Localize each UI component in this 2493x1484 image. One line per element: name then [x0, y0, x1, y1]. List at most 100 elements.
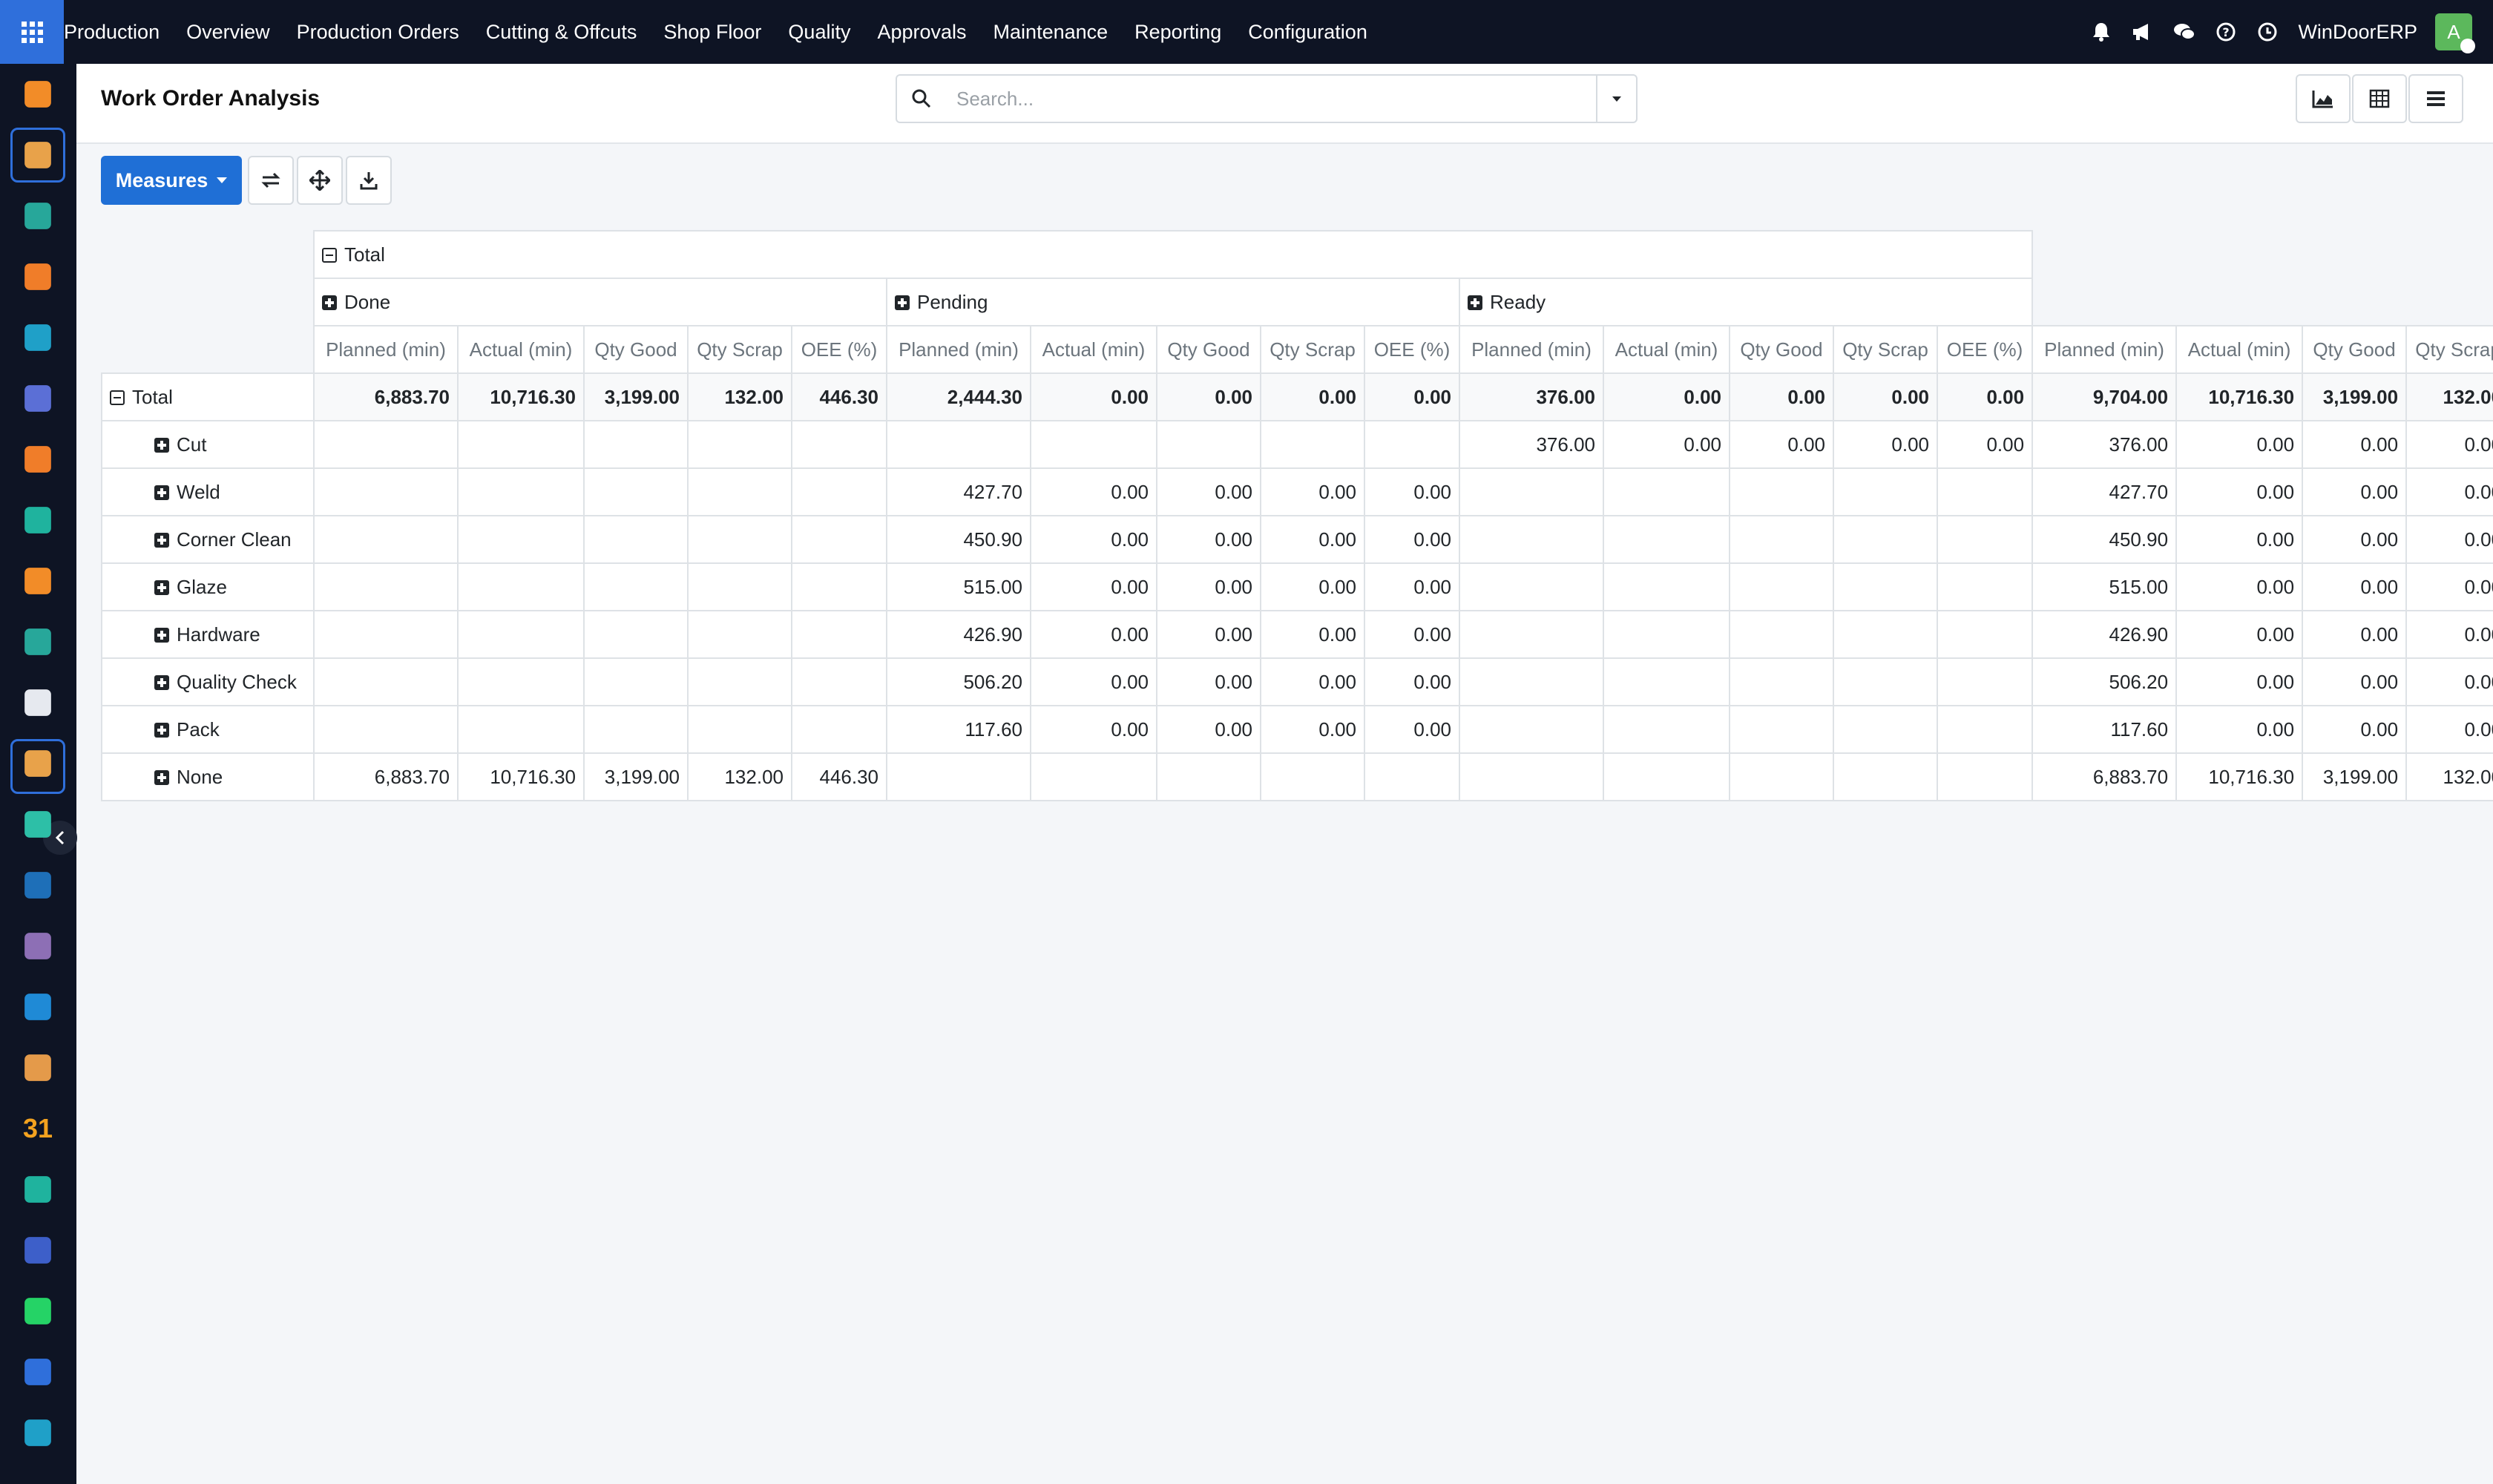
pivot-cell[interactable]	[1364, 752, 1460, 801]
pivot-cell[interactable]	[1833, 515, 1938, 564]
pivot-cell[interactable]: 6,883.70	[2031, 752, 2178, 801]
pivot-cell[interactable]: 3,199.00	[2302, 372, 2408, 421]
pivot-cell[interactable]	[583, 467, 689, 516]
pivot-cell[interactable]	[1936, 515, 2034, 564]
pivot-cell[interactable]: 376.00	[1459, 372, 1604, 421]
pivot-cell[interactable]	[1459, 657, 1604, 706]
measure-header[interactable]: Qty Scrap	[687, 325, 792, 374]
pivot-cell[interactable]: 0.00	[1603, 372, 1730, 421]
pivot-cell[interactable]	[1833, 562, 1938, 611]
pivot-cell[interactable]	[1459, 752, 1604, 801]
pivot-cell[interactable]: 132.00	[687, 752, 792, 801]
bell-icon[interactable]	[2090, 21, 2112, 43]
pivot-cell[interactable]	[791, 610, 887, 659]
pivot-cell[interactable]: 0.00	[1260, 372, 1365, 421]
pivot-cell[interactable]: 0.00	[2175, 657, 2304, 706]
dashboard-app-icon[interactable]	[24, 568, 51, 594]
row-header[interactable]: Total	[101, 372, 315, 421]
pivot-cell[interactable]	[313, 705, 459, 754]
pivot-cell[interactable]	[457, 610, 585, 659]
pivot-cell[interactable]: 0.00	[1260, 705, 1365, 754]
pivot-cell[interactable]	[1603, 515, 1730, 564]
pivot-cell[interactable]	[1729, 467, 1834, 516]
pivot-cell[interactable]	[1936, 752, 2034, 801]
chat-app-icon[interactable]	[24, 446, 51, 473]
row-header[interactable]: Corner Clean	[101, 515, 315, 564]
pivot-cell[interactable]	[791, 562, 887, 611]
pivot-cell[interactable]	[1833, 705, 1938, 754]
pivot-cell[interactable]: 0.00	[1364, 467, 1460, 516]
measure-header[interactable]: Actual (min)	[1030, 325, 1157, 374]
row-header[interactable]: Quality Check	[101, 657, 315, 706]
menu-item-cutting-offcuts[interactable]: Cutting & Offcuts	[486, 21, 637, 44]
pivot-cell[interactable]	[1833, 610, 1938, 659]
measure-header[interactable]: Planned (min)	[1459, 325, 1604, 374]
pivot-cell[interactable]: 0.00	[1260, 467, 1365, 516]
pivot-cell[interactable]: 446.30	[791, 372, 887, 421]
pivot-cell[interactable]: 6,883.70	[313, 752, 459, 801]
pivot-cell[interactable]: 0.00	[1156, 467, 1261, 516]
measure-header[interactable]: Planned (min)	[886, 325, 1031, 374]
pivot-cell[interactable]	[1459, 515, 1604, 564]
pivot-cell[interactable]: 506.20	[886, 657, 1031, 706]
pivot-cell[interactable]: 0.00	[1030, 705, 1157, 754]
knowledge-app-icon[interactable]	[24, 872, 51, 899]
pivot-cell[interactable]: 9,704.00	[2031, 372, 2178, 421]
pivot-cell[interactable]: 0.00	[1030, 610, 1157, 659]
pivot-cell[interactable]: 506.20	[2031, 657, 2178, 706]
pivot-cell[interactable]	[1030, 420, 1157, 469]
megaphone-icon[interactable]	[2132, 21, 2154, 43]
menu-item-overview[interactable]: Overview	[186, 21, 270, 44]
menu-item-shop-floor[interactable]: Shop Floor	[663, 21, 761, 44]
row-header[interactable]: Weld	[101, 467, 315, 516]
row-header[interactable]: Pack	[101, 705, 315, 754]
measure-header[interactable]: Qty Good	[1156, 325, 1261, 374]
col-header-done[interactable]: Done	[313, 278, 887, 326]
pivot-cell[interactable]: 2,444.30	[886, 372, 1031, 421]
pivot-cell[interactable]: 132.00	[2405, 752, 2493, 801]
pivot-cell[interactable]	[1833, 752, 1938, 801]
pivot-cell[interactable]: 0.00	[1260, 515, 1365, 564]
contacts-app-icon[interactable]	[24, 203, 51, 229]
pivot-cell[interactable]: 0.00	[1030, 657, 1157, 706]
pivot-cell[interactable]: 0.00	[2405, 610, 2493, 659]
sign-pen-app-icon[interactable]	[24, 1176, 51, 1203]
pivot-cell[interactable]	[687, 562, 792, 611]
pivot-cell[interactable]	[791, 467, 887, 516]
pivot-cell[interactable]	[313, 467, 459, 516]
pivot-cell[interactable]: 450.90	[886, 515, 1031, 564]
pivot-cell[interactable]	[1936, 705, 2034, 754]
graph-view-button[interactable]	[2296, 74, 2351, 123]
production-app-icon[interactable]	[24, 142, 51, 168]
measure-header[interactable]: Qty Good	[2302, 325, 2408, 374]
production-app-icon-2[interactable]	[24, 750, 51, 777]
pivot-cell[interactable]: 0.00	[2302, 562, 2408, 611]
pivot-cell[interactable]: 0.00	[2302, 515, 2408, 564]
pivot-cell[interactable]	[457, 657, 585, 706]
pivot-cell[interactable]: 0.00	[2405, 705, 2493, 754]
pivot-cell[interactable]: 0.00	[1603, 420, 1730, 469]
pivot-cell[interactable]	[457, 562, 585, 611]
pivot-cell[interactable]: 376.00	[2031, 420, 2178, 469]
measure-header[interactable]: Qty Good	[583, 325, 689, 374]
email-app-icon[interactable]	[24, 385, 51, 412]
website-app-icon-2[interactable]	[24, 1419, 51, 1446]
pivot-cell[interactable]	[886, 752, 1031, 801]
pivot-cell[interactable]	[1729, 610, 1834, 659]
pivot-cell[interactable]: 0.00	[2175, 467, 2304, 516]
list-view-button[interactable]	[2408, 74, 2463, 123]
pivot-cell[interactable]	[687, 657, 792, 706]
pivot-cell[interactable]: 0.00	[2405, 515, 2493, 564]
pivot-cell[interactable]: 6,883.70	[313, 372, 459, 421]
timesheet-app-icon[interactable]	[24, 1359, 51, 1385]
pivot-cell[interactable]: 0.00	[1260, 657, 1365, 706]
pivot-cell[interactable]: 0.00	[1936, 420, 2034, 469]
pivot-cell[interactable]	[583, 657, 689, 706]
pivot-cell[interactable]: 0.00	[2302, 657, 2408, 706]
pivot-cell[interactable]: 0.00	[2405, 467, 2493, 516]
pivot-cell[interactable]	[1936, 562, 2034, 611]
pivot-cell[interactable]: 0.00	[1936, 372, 2034, 421]
pivot-cell[interactable]	[1260, 420, 1365, 469]
whatsapp-app-icon[interactable]	[24, 1298, 51, 1324]
pivot-cell[interactable]	[1603, 705, 1730, 754]
